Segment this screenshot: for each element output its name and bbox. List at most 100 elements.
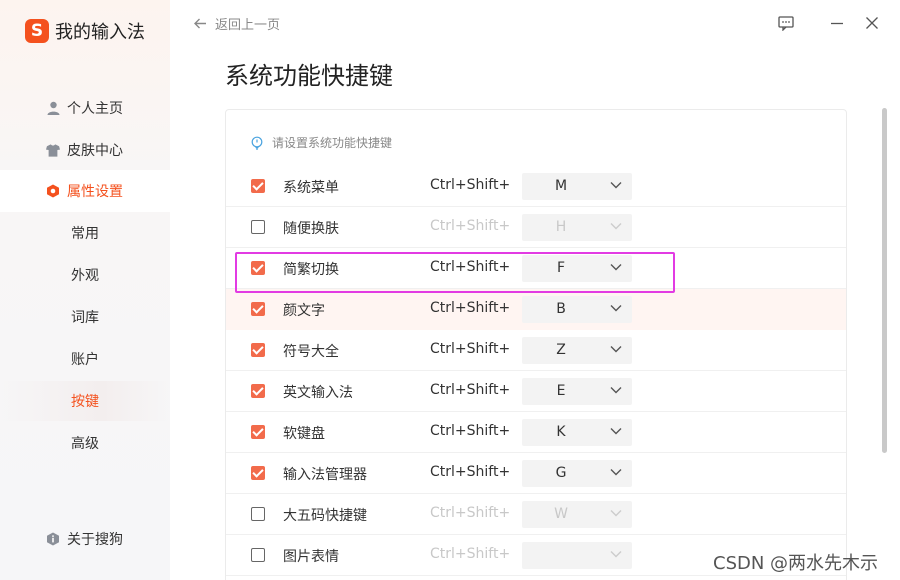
shortcut-key-value: M (554, 178, 568, 194)
shortcut-label: 图片表情 (283, 549, 339, 565)
shortcut-key-value: K (556, 424, 566, 440)
shortcut-key-select[interactable]: K (522, 419, 632, 446)
shortcut-key-select[interactable]: W (522, 501, 632, 528)
shortcut-key-select[interactable]: Z (522, 337, 632, 364)
shortcut-label: 输入法管理器 (283, 467, 367, 483)
shortcut-key-value: H (555, 219, 567, 235)
shortcut-checkbox[interactable] (251, 425, 265, 439)
shortcut-modifier: Ctrl+Shift+ (430, 341, 511, 357)
shortcut-label: 符号大全 (283, 344, 339, 360)
shortcut-label: 随便换肤 (283, 221, 339, 237)
feedback-button[interactable] (777, 14, 795, 32)
back-button[interactable]: 返回上一页 (194, 14, 280, 33)
about-label: 关于搜狗 (67, 532, 123, 548)
sub-item-keys-label: 按键 (71, 394, 99, 410)
sub-item-lexicon-label: 词库 (71, 310, 99, 326)
chat-icon (778, 15, 794, 31)
shortcut-key-value: F (556, 260, 566, 276)
hint-text: 请设置系统功能快捷键 (272, 136, 393, 150)
shortcut-modifier: Ctrl+Shift+ (430, 259, 511, 275)
shortcut-key-select[interactable]: G (522, 460, 632, 487)
nav-item-home-label: 个人主页 (67, 101, 123, 117)
shortcut-checkbox[interactable] (251, 179, 265, 193)
chevron-down-icon (610, 386, 622, 396)
shortcut-row: 系统菜单 Ctrl+Shift+ M (226, 166, 846, 207)
shortcut-row: 英文输入法 Ctrl+Shift+ E (226, 371, 846, 412)
shortcut-checkbox[interactable] (251, 507, 265, 521)
chevron-down-icon (610, 427, 622, 437)
shortcut-row: 简繁切换 Ctrl+Shift+ F (226, 248, 846, 289)
minimize-button[interactable] (828, 14, 846, 32)
shortcut-row: 随便换肤 Ctrl+Shift+ H (226, 207, 846, 248)
shortcut-key-value: W (554, 506, 568, 522)
shortcut-key-value: G (555, 465, 567, 481)
minimize-icon (830, 16, 844, 30)
sub-item-account-label: 账户 (71, 352, 99, 368)
chevron-down-icon (610, 509, 622, 519)
shortcut-label: 英文输入法 (283, 385, 353, 401)
sidebar: S 我的输入法 个人主页 皮肤中心 属性设置 常用 外观 词库 账户 按键 高级… (0, 0, 170, 580)
shortcut-label: 大五码快捷键 (283, 508, 367, 524)
shortcut-key-select[interactable]: E (522, 378, 632, 405)
shortcut-row: 颜文字 Ctrl+Shift+ B (226, 289, 846, 330)
info-shield-icon (46, 532, 60, 546)
chevron-down-icon (610, 222, 622, 232)
nav-item-settings[interactable]: 属性设置 (0, 170, 170, 212)
shortcut-row: 符号大全 Ctrl+Shift+ Z (226, 330, 846, 371)
chevron-down-icon (610, 468, 622, 478)
sub-item-appearance[interactable]: 外观 (0, 255, 170, 295)
shortcut-key-select[interactable]: F (522, 255, 632, 282)
sub-item-advanced[interactable]: 高级 (0, 423, 170, 463)
shortcut-key-value: E (556, 383, 566, 399)
shortcut-modifier: Ctrl+Shift+ (430, 505, 511, 521)
shortcut-label: 系统菜单 (283, 180, 339, 196)
sub-item-keys[interactable]: 按键 (0, 381, 170, 421)
shortcut-key-select[interactable]: H (522, 214, 632, 241)
shortcut-modifier: Ctrl+Shift+ (430, 423, 511, 439)
shortcut-key-select[interactable] (522, 542, 632, 569)
close-button[interactable] (863, 14, 881, 32)
hint: 请设置系统功能快捷键 (250, 134, 392, 151)
about-sogou-link[interactable]: 关于搜狗 (46, 529, 123, 549)
lightbulb-icon (250, 136, 264, 150)
shortcut-checkbox[interactable] (251, 302, 265, 316)
back-label: 返回上一页 (215, 18, 281, 33)
chevron-down-icon (610, 345, 622, 355)
chevron-down-icon (610, 304, 622, 314)
nav-item-skins[interactable]: 皮肤中心 (0, 129, 170, 171)
nav-item-settings-label: 属性设置 (67, 184, 123, 200)
nav-item-home[interactable]: 个人主页 (0, 87, 170, 129)
chevron-down-icon (610, 263, 622, 273)
chevron-down-icon (610, 181, 622, 191)
brand: S 我的输入法 (25, 18, 145, 44)
tshirt-icon (46, 143, 60, 157)
sub-item-lexicon[interactable]: 词库 (0, 297, 170, 337)
shortcut-modifier: Ctrl+Shift+ (430, 218, 511, 234)
shortcut-key-value: Z (556, 342, 566, 358)
sub-item-common-label: 常用 (71, 226, 99, 242)
sogou-logo-icon: S (25, 19, 49, 43)
shortcut-checkbox[interactable] (251, 466, 265, 480)
arrow-left-icon (194, 18, 207, 29)
shortcut-key-select[interactable]: M (522, 173, 632, 200)
shortcut-modifier: Ctrl+Shift+ (430, 382, 511, 398)
shortcut-label: 软键盘 (283, 426, 325, 442)
shortcut-checkbox[interactable] (251, 220, 265, 234)
shortcut-row: 输入法管理器 Ctrl+Shift+ G (226, 453, 846, 494)
sub-item-common[interactable]: 常用 (0, 213, 170, 253)
shortcut-key-select[interactable]: B (522, 296, 632, 323)
brand-name: 我的输入法 (55, 22, 145, 43)
nav-item-skins-label: 皮肤中心 (67, 143, 123, 159)
scrollbar-thumb[interactable] (882, 108, 887, 453)
shortcut-checkbox[interactable] (251, 261, 265, 275)
shortcut-key-value: B (556, 301, 566, 317)
shortcut-checkbox[interactable] (251, 384, 265, 398)
sub-item-account[interactable]: 账户 (0, 339, 170, 379)
shortcut-checkbox[interactable] (251, 343, 265, 357)
shortcut-modifier: Ctrl+Shift+ (430, 546, 511, 562)
shortcut-label: 简繁切换 (283, 262, 339, 278)
page-title: 系统功能快捷键 (225, 62, 393, 90)
shortcut-label: 颜文字 (283, 303, 325, 319)
shortcut-row: 软键盘 Ctrl+Shift+ K (226, 412, 846, 453)
shortcut-checkbox[interactable] (251, 548, 265, 562)
